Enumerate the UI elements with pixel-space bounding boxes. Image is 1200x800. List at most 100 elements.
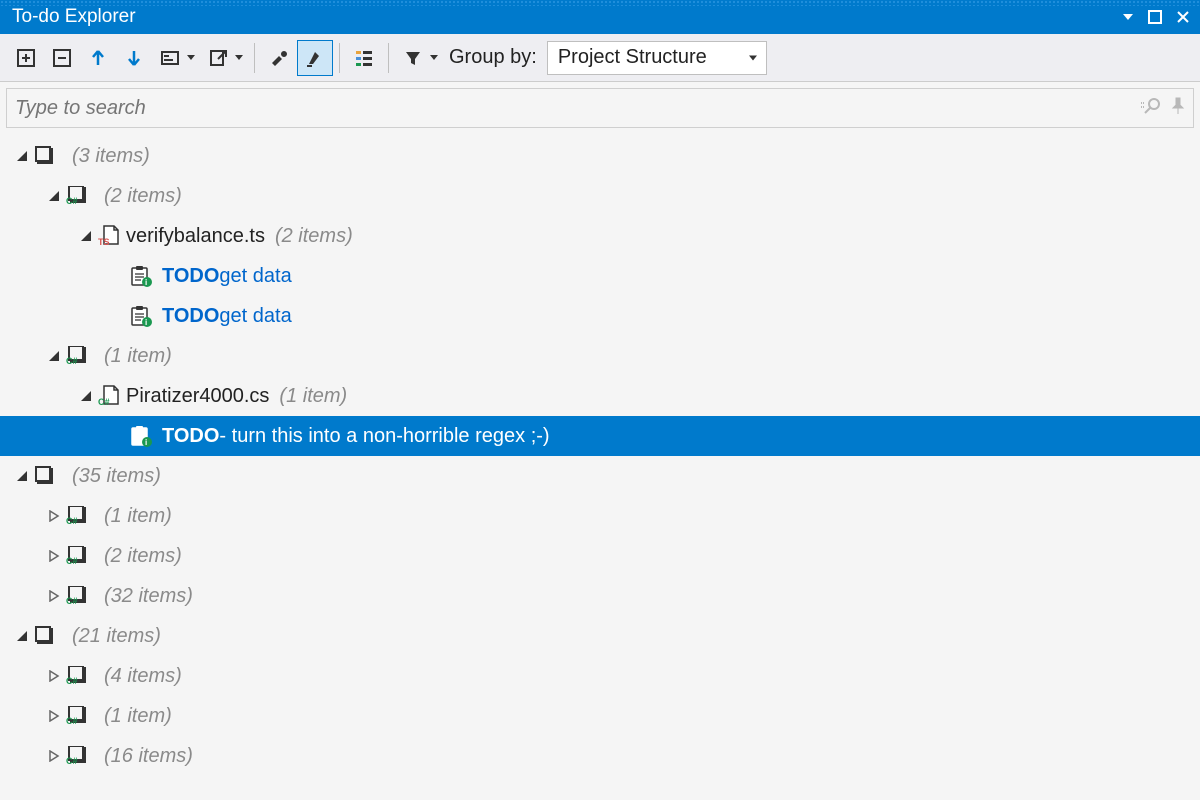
tree-row[interactable]: C# Piratizer4000.cs (1 item) xyxy=(0,376,1200,416)
filter-button[interactable] xyxy=(395,40,431,76)
tree-row[interactable]: C# (1 item) xyxy=(0,336,1200,376)
solution-icon xyxy=(32,626,58,646)
twisty-expanded-icon[interactable] xyxy=(76,230,96,242)
todo-tag: TODO xyxy=(162,425,219,448)
expand-all-button[interactable] xyxy=(8,40,44,76)
tree-row[interactable]: C# (16 items) xyxy=(0,736,1200,776)
node-label: verifybalance.ts xyxy=(126,225,265,248)
tree-row[interactable]: C#(4 items) xyxy=(0,656,1200,696)
categorize-button[interactable] xyxy=(346,40,382,76)
item-count: (3 items) xyxy=(72,145,150,168)
twisty-collapsed-icon[interactable] xyxy=(44,590,64,602)
twisty-expanded-icon[interactable] xyxy=(12,470,32,482)
csproj-icon: C# xyxy=(64,586,90,606)
svg-text:C#: C# xyxy=(66,596,78,606)
toolbar-separator xyxy=(339,43,340,73)
tree-row[interactable]: iTODO - turn this into a non-horrible re… xyxy=(0,416,1200,456)
todo-text: get data xyxy=(219,265,291,288)
chevron-down-icon xyxy=(748,46,758,69)
twisty-collapsed-icon[interactable] xyxy=(44,750,64,762)
twisty-expanded-icon[interactable] xyxy=(12,630,32,642)
search-bar xyxy=(6,88,1194,128)
window-controls xyxy=(1122,10,1190,24)
tree-row[interactable]: i TODO get data xyxy=(0,256,1200,296)
export-button[interactable] xyxy=(200,40,236,76)
tree-row[interactable]: i TODO get data xyxy=(0,296,1200,336)
tree-row[interactable]: C# (32 items) xyxy=(0,576,1200,616)
item-count: (35 items) xyxy=(72,465,161,488)
twisty-collapsed-icon[interactable] xyxy=(44,710,64,722)
window-maximize-icon[interactable] xyxy=(1148,10,1162,24)
window-title: To-do Explorer xyxy=(12,6,136,28)
todo-text: - turn this into a non-horrible regex ;-… xyxy=(219,425,549,448)
tree-view: (3 items)C#(2 items)TSverifybalance.ts(2… xyxy=(0,132,1200,776)
svg-text:i: i xyxy=(145,278,147,287)
title-bar: To-do Explorer xyxy=(0,0,1200,34)
tree-row[interactable]: C# (1 item) xyxy=(0,696,1200,736)
groupby-select[interactable]: Project Structure xyxy=(547,41,767,75)
twisty-expanded-icon[interactable] xyxy=(76,390,96,402)
twisty-collapsed-icon[interactable] xyxy=(44,550,64,562)
twisty-collapsed-icon[interactable] xyxy=(44,510,64,522)
tree-row[interactable]: (35 items) xyxy=(0,456,1200,496)
collapse-all-button[interactable] xyxy=(44,40,80,76)
todo-tag: TODO xyxy=(162,265,219,288)
svg-text:C#: C# xyxy=(66,756,78,766)
node-label: Piratizer4000.cs xyxy=(126,385,269,408)
svg-text:C#: C# xyxy=(98,397,110,407)
tree-row[interactable]: C# (1 item) xyxy=(0,496,1200,536)
groupby-value: Project Structure xyxy=(558,46,707,69)
highlight-button[interactable] xyxy=(297,40,333,76)
prev-button[interactable] xyxy=(80,40,116,76)
tree-row[interactable]: C#(2 items) xyxy=(0,536,1200,576)
window-close-icon[interactable] xyxy=(1176,10,1190,24)
pin-icon[interactable] xyxy=(1171,97,1185,120)
svg-text:C#: C# xyxy=(66,356,78,366)
twisty-expanded-icon[interactable] xyxy=(12,150,32,162)
todo-icon: i xyxy=(128,265,154,287)
tree-row[interactable]: (21 items) xyxy=(0,616,1200,656)
twisty-expanded-icon[interactable] xyxy=(44,350,64,362)
svg-text:C#: C# xyxy=(66,716,78,726)
solution-icon xyxy=(32,466,58,486)
search-input[interactable] xyxy=(15,97,1133,120)
next-button[interactable] xyxy=(116,40,152,76)
svg-text:i: i xyxy=(145,318,147,327)
csproj-icon: C# xyxy=(64,546,90,566)
solution-icon xyxy=(32,146,58,166)
item-count: (32 items) xyxy=(104,585,193,608)
item-count: (1 item) xyxy=(279,385,347,408)
groupby-label: Group by: xyxy=(449,46,537,69)
tsfile-icon: TS xyxy=(96,225,122,247)
item-count: (2 items) xyxy=(104,185,182,208)
svg-text:C#: C# xyxy=(66,516,78,526)
item-count: (1 item) xyxy=(104,705,172,728)
csproj-icon: C# xyxy=(64,186,90,206)
toolbar-separator xyxy=(254,43,255,73)
svg-text:TS: TS xyxy=(98,237,110,247)
item-count: (1 item) xyxy=(104,345,172,368)
csfile-icon: C# xyxy=(96,385,122,407)
twisty-expanded-icon[interactable] xyxy=(44,190,64,202)
twisty-collapsed-icon[interactable] xyxy=(44,670,64,682)
tree-row[interactable]: (3 items) xyxy=(0,136,1200,176)
tree-row[interactable]: C# (2 items) xyxy=(0,176,1200,216)
item-count: (2 items) xyxy=(275,225,353,248)
toolbar-separator xyxy=(388,43,389,73)
csproj-icon: C# xyxy=(64,666,90,686)
toolbar: Group by: Project Structure xyxy=(0,34,1200,82)
todo-text: get data xyxy=(219,305,291,328)
todo-icon: i xyxy=(128,305,154,327)
item-count: (1 item) xyxy=(104,505,172,528)
svg-text:C#: C# xyxy=(66,556,78,566)
preview-button[interactable] xyxy=(152,40,188,76)
settings-button[interactable] xyxy=(261,40,297,76)
todo-tag: TODO xyxy=(162,305,219,328)
item-count: (16 items) xyxy=(104,745,193,768)
item-count: (21 items) xyxy=(72,625,161,648)
tree-row[interactable]: TS verifybalance.ts (2 items) xyxy=(0,216,1200,256)
svg-text:C#: C# xyxy=(66,196,78,206)
window-dropdown-icon[interactable] xyxy=(1122,11,1134,23)
csproj-icon: C# xyxy=(64,506,90,526)
search-icon[interactable] xyxy=(1141,97,1163,120)
